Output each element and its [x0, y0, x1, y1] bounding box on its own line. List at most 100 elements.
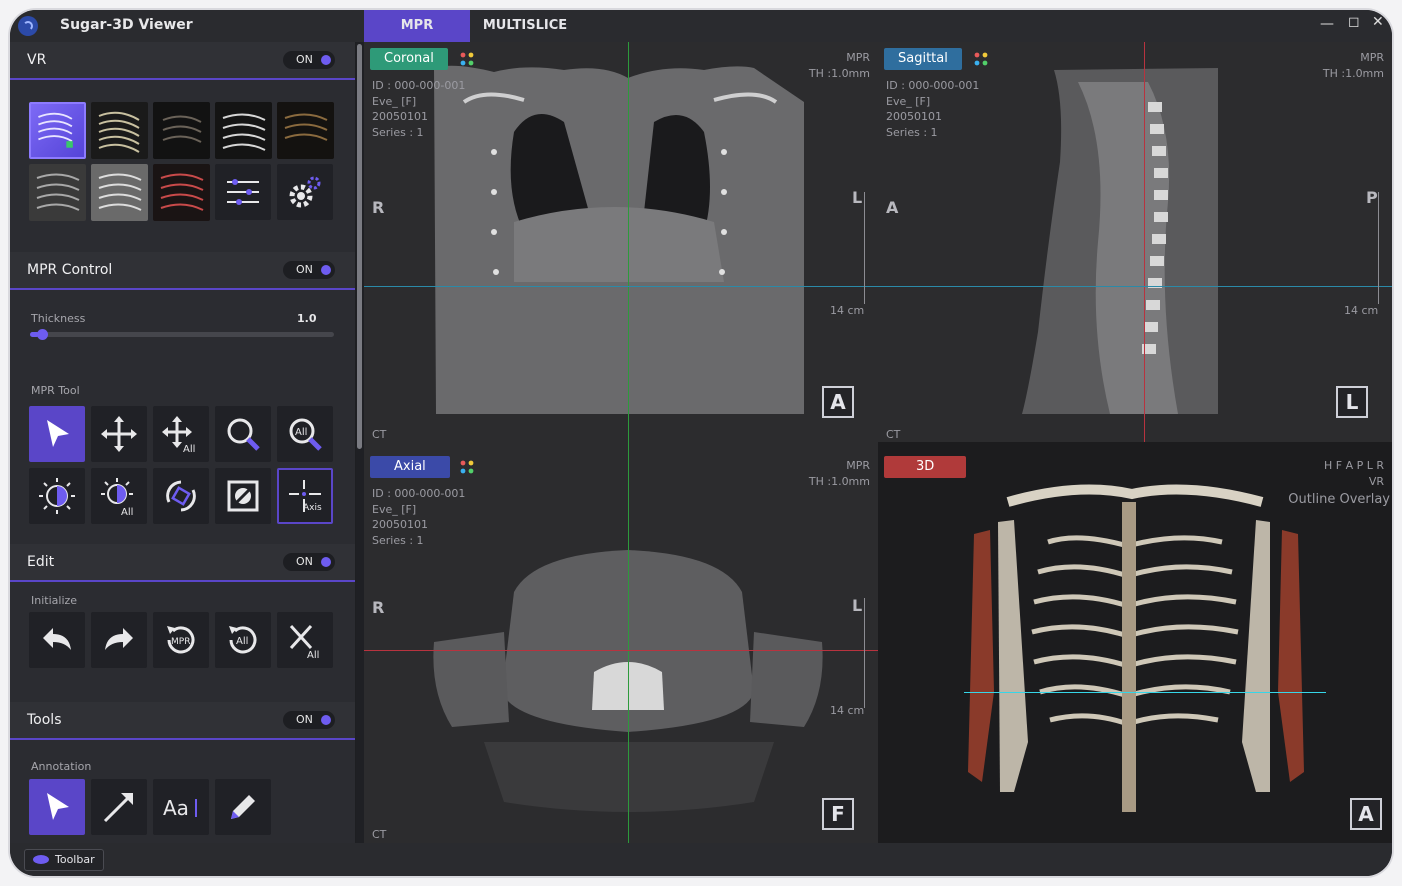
reset-mpr-button[interactable]: MPR — [153, 612, 209, 668]
close-icon[interactable]: ✕ — [1372, 14, 1384, 30]
slice-thickness: TH :1.0mm — [1322, 67, 1384, 80]
vr-preset-thumbnail[interactable] — [91, 164, 148, 221]
viewport-menu-icon[interactable] — [974, 52, 988, 66]
vr-preset-thumbnail[interactable] — [153, 164, 210, 221]
window-level-tool-button[interactable] — [29, 468, 85, 524]
title-bar: Sugar-3D Viewer MPR MULTISLICE — ◻ ✕ — [10, 10, 1392, 42]
viewport-menu-icon[interactable] — [460, 52, 474, 66]
thickness-label: Thickness — [31, 312, 86, 325]
pan-all-tool-button[interactable]: All — [153, 406, 209, 462]
reset-all-button[interactable]: All — [215, 612, 271, 668]
series-number: Series : 1 — [886, 125, 938, 139]
redo-icon — [105, 628, 133, 650]
study-date: 20050101 — [886, 110, 942, 123]
crosshair-horizontal-line[interactable] — [364, 286, 878, 287]
coronal-mpr-info: MPR TH :1.0mm — [809, 50, 870, 82]
all-icon-text: All — [121, 507, 133, 516]
toolbar-button[interactable]: Toolbar — [24, 849, 104, 871]
select-tool-button[interactable] — [29, 406, 85, 462]
gear-icon — [289, 176, 321, 208]
undo-button[interactable] — [29, 612, 85, 668]
series-number: Series : 1 — [372, 125, 424, 139]
3d-label[interactable]: 3D — [884, 456, 967, 478]
vr-preset-thumbnail[interactable] — [277, 102, 334, 159]
mpr-mode: MPR — [1360, 51, 1384, 64]
edit-section-header: Edit ON — [10, 544, 355, 582]
zoom-all-tool-button[interactable]: All — [277, 406, 333, 462]
patient-name: Eve_ [F] — [372, 94, 417, 108]
vr-preset-thumbnail[interactable] — [91, 102, 148, 159]
magnifier-icon — [227, 418, 260, 451]
arrow-annotation-button[interactable] — [91, 779, 147, 835]
axial-viewport[interactable]: Axial ID : 000-000-001 Eve_ [F] 20050101… — [364, 442, 878, 843]
coronal-viewport[interactable]: Coronal ID : 000-000-001 Eve_ [F] 200501… — [364, 42, 878, 442]
sagittal-viewport[interactable]: Sagittal ID : 000-000-001 Eve_ [F] 20050… — [878, 42, 1392, 442]
sidebar-scrollbar-thumb[interactable] — [357, 44, 362, 449]
brightness-contrast-icon — [39, 478, 75, 514]
crosshair-vertical-line[interactable] — [628, 442, 629, 843]
modality-label: CT — [886, 428, 901, 441]
orientation-cube-button[interactable]: A — [822, 386, 854, 418]
ribcage-thumbnail-icon — [98, 111, 140, 153]
pan-tool-button[interactable] — [91, 406, 147, 462]
render-mode: VR — [1368, 475, 1384, 488]
tools-toggle[interactable]: ON — [283, 711, 335, 729]
bottom-bar — [10, 843, 1392, 876]
mpr-control-toggle[interactable]: ON — [283, 261, 335, 279]
axis-icon-text: Axis — [303, 503, 322, 513]
coronal-label[interactable]: Coronal — [370, 48, 448, 70]
ribcage-thumbnail-icon — [160, 173, 204, 211]
vr-preset-thumbnail[interactable] — [29, 102, 86, 159]
tools-section-title: Tools — [27, 712, 62, 728]
ribcage-thumbnail-icon — [36, 173, 80, 211]
orientation-left: A — [886, 198, 899, 217]
tools-toggle-label: ON — [296, 713, 313, 726]
rotate-tool-button[interactable] — [153, 468, 209, 524]
crosshair-horizontal-line[interactable] — [878, 286, 1392, 287]
axial-label[interactable]: Axial — [370, 456, 450, 478]
annotation-select-button[interactable] — [29, 779, 85, 835]
invert-tool-button[interactable] — [215, 468, 271, 524]
vr-toggle[interactable]: ON — [283, 51, 335, 69]
orientation-codes: H F A P L R — [1323, 459, 1384, 472]
3d-crosshair-line[interactable] — [964, 692, 1326, 693]
crosshair-vertical-line[interactable] — [628, 42, 629, 442]
axis-tool-button[interactable]: Axis — [277, 468, 333, 524]
vr-preset-thumbnail[interactable] — [215, 102, 272, 159]
vr-adjust-button[interactable] — [215, 164, 271, 220]
text-annotation-button[interactable]: Aa — [153, 779, 209, 835]
pen-annotation-button[interactable] — [215, 779, 271, 835]
mpr-control-toggle-label: ON — [296, 263, 313, 276]
vr-preset-thumbnail[interactable] — [29, 164, 86, 221]
thickness-slider[interactable] — [30, 329, 334, 340]
all-icon-text: All — [183, 444, 195, 454]
vr-settings-button[interactable] — [277, 164, 333, 220]
modality-label: CT — [372, 828, 387, 841]
scale-ruler — [860, 192, 865, 304]
sidebar-scrollbar[interactable] — [356, 42, 364, 843]
orientation-cube-button[interactable]: L — [1336, 386, 1368, 418]
tab-multislice[interactable]: MULTISLICE — [470, 10, 580, 42]
aa-icon-text: Aa — [163, 796, 189, 820]
thickness-slider-handle[interactable] — [37, 329, 48, 340]
window-level-all-tool-button[interactable]: All — [91, 468, 147, 524]
viewport-menu-icon[interactable] — [460, 460, 474, 474]
zoom-tool-button[interactable] — [215, 406, 271, 462]
minimize-icon[interactable]: — — [1320, 16, 1334, 32]
orientation-cube-button[interactable]: F — [822, 798, 854, 830]
ribcage-thumbnail-icon — [38, 112, 73, 148]
axial-mpr-info: MPR TH :1.0mm — [809, 458, 870, 490]
orientation-cube-button[interactable]: A — [1350, 798, 1382, 830]
tab-mpr[interactable]: MPR — [364, 10, 470, 42]
maximize-icon[interactable]: ◻ — [1348, 14, 1360, 30]
crosshair-horizontal-line[interactable] — [364, 650, 878, 651]
sagittal-label[interactable]: Sagittal — [884, 48, 962, 70]
patient-id: ID : 000-000-001 — [886, 79, 980, 92]
clear-all-button[interactable]: All — [277, 612, 333, 668]
redo-button[interactable] — [91, 612, 147, 668]
text-aa-icon: Aa — [163, 796, 197, 820]
vr-preset-thumbnail[interactable] — [153, 102, 210, 159]
edit-toggle[interactable]: ON — [283, 553, 335, 571]
3d-viewport[interactable]: 3D H F A P L R VR Outline Overlay A — [878, 442, 1392, 843]
crosshair-vertical-line[interactable] — [1144, 42, 1145, 442]
